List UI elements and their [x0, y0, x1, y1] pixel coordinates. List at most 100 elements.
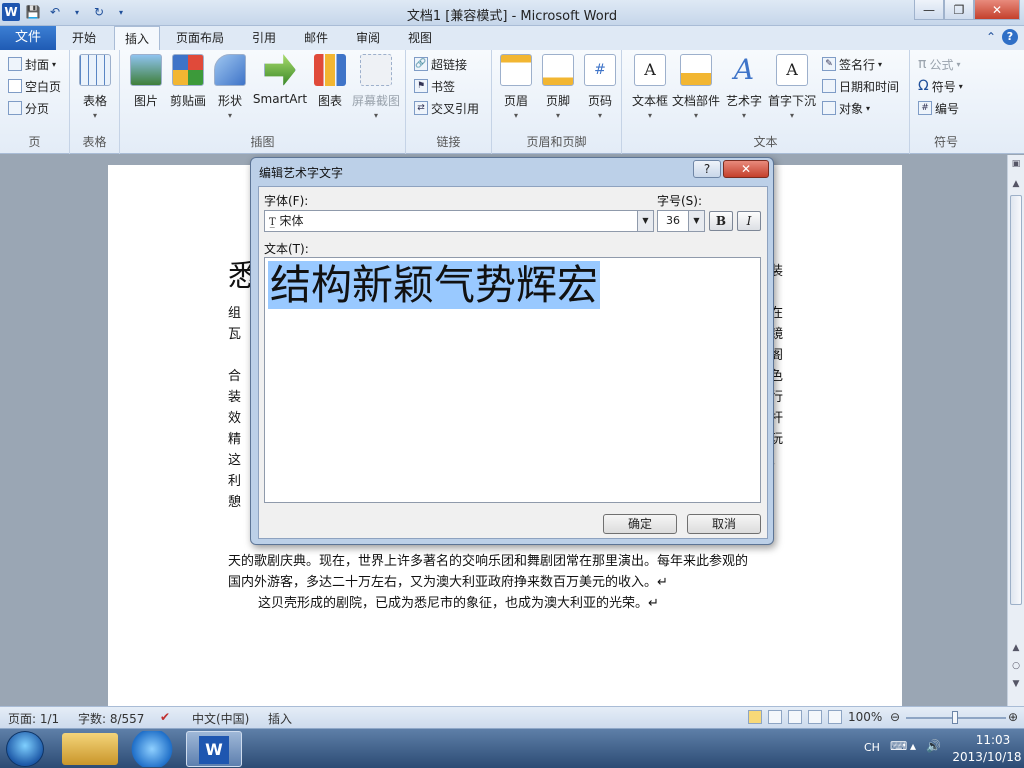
proofing-icon[interactable]: ✔: [160, 710, 170, 724]
next-page-icon[interactable]: ▼: [1010, 679, 1022, 689]
footer-icon: [542, 54, 574, 86]
group-pages: 封面 ▾ 空白页 分页 页: [0, 50, 70, 154]
hyperlink-button[interactable]: 🔗 超链接: [414, 54, 467, 74]
help-icon[interactable]: ?: [1002, 29, 1018, 45]
blank-page-button[interactable]: 空白页: [8, 76, 61, 96]
tab-insert[interactable]: 插入: [114, 26, 161, 51]
chart-button[interactable]: 图表: [306, 54, 354, 109]
equation-button[interactable]: π 公式 ▾: [918, 54, 960, 74]
doc-left-fragment: 合: [228, 369, 242, 384]
explorer-taskbar-icon[interactable]: [62, 733, 118, 765]
tab-home[interactable]: 开始: [62, 26, 106, 50]
ime-indicator[interactable]: CH: [864, 741, 880, 754]
omega-icon: Ω: [918, 78, 929, 94]
screenshot-button[interactable]: 屏幕截图 ▾: [350, 54, 402, 120]
zoom-level[interactable]: 100%: [848, 710, 882, 724]
chevron-down-icon[interactable]: ▼: [688, 211, 704, 231]
quick-parts-icon: [680, 54, 712, 86]
date-time-button[interactable]: 日期和时间: [822, 76, 899, 96]
print-layout-icon[interactable]: [748, 710, 762, 724]
ruler-toggle-icon[interactable]: ▣: [1010, 159, 1022, 169]
word-count[interactable]: 字数: 8/557: [78, 710, 144, 727]
chevron-up-icon[interactable]: ⌃: [986, 30, 996, 44]
cancel-button[interactable]: 取消: [687, 514, 761, 534]
scroll-thumb[interactable]: [1010, 195, 1022, 605]
font-select[interactable]: T̲ 宋体 ▼: [264, 210, 654, 232]
tab-review[interactable]: 审阅: [346, 26, 390, 50]
previous-page-icon[interactable]: ▲: [1010, 643, 1022, 653]
cross-reference-button[interactable]: ⇄ 交叉引用: [414, 98, 479, 118]
chevron-down-icon[interactable]: ▼: [637, 211, 653, 231]
restore-button[interactable]: ❐: [944, 0, 974, 20]
tab-references[interactable]: 引用: [242, 26, 286, 50]
insert-mode[interactable]: 插入: [268, 710, 292, 727]
page-break-button[interactable]: 分页: [8, 98, 49, 118]
cover-page-button[interactable]: 封面 ▾: [8, 54, 56, 74]
scroll-up-icon[interactable]: ▲: [1010, 179, 1022, 189]
textbox-icon: A: [634, 54, 666, 86]
vertical-scrollbar[interactable]: ▣ ▲ ▲ ○ ▼: [1007, 155, 1024, 706]
window-title: 文档1 [兼容模式] - Microsoft Word: [406, 9, 618, 24]
drop-cap-button[interactable]: A 首字下沉 ▾: [766, 54, 818, 120]
tab-view[interactable]: 视图: [398, 26, 442, 50]
tab-mailings[interactable]: 邮件: [294, 26, 338, 50]
outline-icon[interactable]: [808, 710, 822, 724]
picture-button[interactable]: 图片: [122, 54, 170, 109]
header-button[interactable]: 页眉 ▾: [492, 54, 540, 120]
close-button[interactable]: ✕: [974, 0, 1020, 20]
italic-button[interactable]: I: [737, 211, 761, 231]
group-symbols: π 公式 ▾ Ω 符号 ▾ # 编号 符号: [910, 50, 982, 154]
tab-file[interactable]: 文件: [0, 26, 56, 50]
footer-button[interactable]: 页脚 ▾: [534, 54, 582, 120]
doc-line: 天的歌剧庆典。现在，世界上许多著名的交响乐团和舞剧团常在那里演出。每年来此参观的: [228, 554, 749, 569]
symbol-button[interactable]: Ω 符号 ▾: [918, 76, 963, 96]
keyboard-icon[interactable]: ⌨: [890, 739, 907, 753]
size-select[interactable]: 36 ▼: [657, 210, 705, 232]
full-screen-reading-icon[interactable]: [768, 710, 782, 724]
calendar-icon: [822, 79, 836, 93]
tray-arrow-icon[interactable]: ▴: [910, 739, 916, 753]
bookmark-button[interactable]: ⚑ 书签: [414, 76, 455, 96]
bold-button[interactable]: B: [709, 211, 733, 231]
quick-parts-button[interactable]: 文档部件 ▾: [672, 54, 720, 120]
dialog-close-button[interactable]: ✕: [723, 160, 769, 178]
language-indicator[interactable]: 中文(中国): [192, 710, 249, 727]
minimize-button[interactable]: —: [914, 0, 944, 20]
clock-time[interactable]: 11:03: [968, 733, 1018, 747]
start-button[interactable]: [6, 731, 44, 767]
clock-date[interactable]: 2013/10/18: [952, 750, 1022, 764]
truetype-icon: T̲: [269, 217, 276, 228]
page-indicator[interactable]: 页面: 1/1: [8, 710, 59, 727]
page-number-button[interactable]: # 页码 ▾: [576, 54, 624, 120]
number-button[interactable]: # 编号: [918, 98, 959, 118]
clipart-button[interactable]: 剪贴画: [164, 54, 212, 109]
zoom-in-icon[interactable]: ⊕: [1008, 710, 1018, 724]
ok-button[interactable]: 确定: [603, 514, 677, 534]
zoom-slider-thumb[interactable]: [952, 711, 958, 724]
font-select-value: 宋体: [279, 214, 304, 228]
zoom-out-icon[interactable]: ⊖: [890, 710, 900, 724]
draft-icon[interactable]: [828, 710, 842, 724]
dialog-help-button[interactable]: ?: [693, 160, 721, 178]
picture-icon: [130, 54, 162, 86]
browse-object-icon[interactable]: ○: [1010, 661, 1022, 671]
web-layout-icon[interactable]: [788, 710, 802, 724]
selected-text[interactable]: 结构新颖气势辉宏: [268, 261, 600, 309]
group-header-footer: 页眉 ▾ 页脚 ▾ # 页码 ▾ 页眉和页脚: [492, 50, 622, 154]
word-taskbar-icon[interactable]: W: [186, 731, 242, 767]
tab-page-layout[interactable]: 页面布局: [166, 26, 234, 50]
wordart-button[interactable]: A 艺术字 ▾: [720, 54, 768, 121]
signature-line-button[interactable]: ✎ 签名行 ▾: [822, 54, 882, 74]
font-label: 字体(F):: [264, 194, 309, 208]
status-bar: 页面: 1/1 字数: 8/557 ✔ 中文(中国) 插入 100% ⊖ ⊕: [0, 706, 1024, 728]
ie-taskbar-icon[interactable]: [124, 731, 180, 767]
volume-icon[interactable]: 🔊: [926, 739, 941, 753]
smartart-button[interactable]: SmartArt: [252, 54, 308, 106]
object-button[interactable]: 对象 ▾: [822, 98, 870, 118]
doc-left-fragment: 利: [228, 474, 242, 489]
shapes-button[interactable]: 形状 ▾: [206, 54, 254, 120]
table-button[interactable]: 表格 ▾: [71, 54, 119, 120]
wordart-text-input[interactable]: 结构新颖气势辉宏: [264, 257, 761, 503]
doc-line: 国内外游客，多达二十万左右，又为澳大利亚政府挣来数百万美元的收入。↵: [228, 575, 668, 590]
textbox-button[interactable]: A 文本框 ▾: [626, 54, 674, 120]
